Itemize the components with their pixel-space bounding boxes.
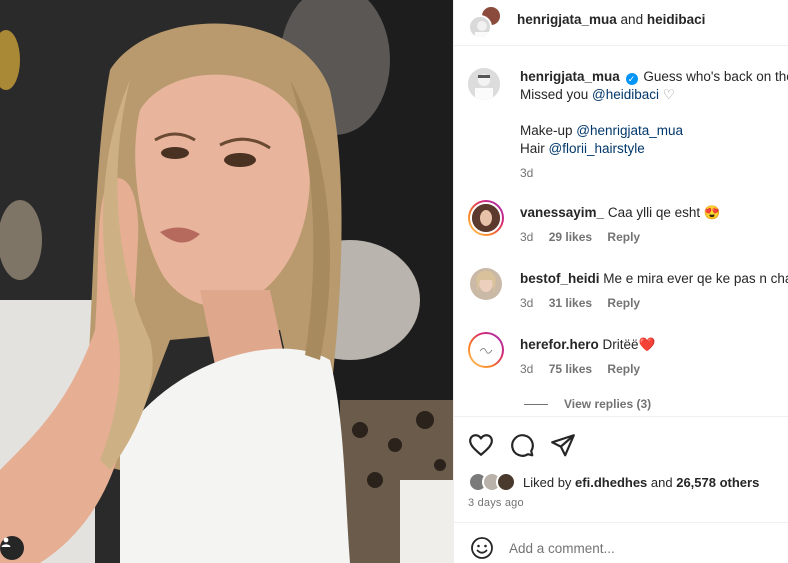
caption-text: henrigjata_mua ✓ Guess who's back on the… [520, 68, 788, 182]
post-details-panel: henrigjata_mua and heidibaci henrigjata_… [453, 0, 788, 563]
caption-line: Guess who's back on the [643, 69, 788, 84]
liked-by-text: Liked by efi.dhedhes and 26,578 others [523, 475, 759, 490]
avatar[interactable] [468, 15, 492, 39]
post-title: henrigjata_mua and heidibaci [517, 12, 705, 27]
caption-time: 3d [520, 166, 534, 180]
username-link[interactable]: henrigjata_mua [517, 12, 617, 27]
comment: herefor.hero Dritëë❤️ 3d 75 likes Reply [468, 332, 788, 388]
likes-count-link[interactable]: 26,578 others [676, 475, 759, 490]
comment: bestof_heidi Me e mira ever qe ke pas n … [468, 266, 788, 322]
mention-link[interactable]: @florii_hairstyle [549, 141, 645, 156]
heart-outline-icon: ♡ [662, 87, 675, 102]
avatar[interactable] [468, 200, 504, 236]
comment-time: 3d [520, 296, 534, 310]
view-replies-button[interactable]: View replies (3) [524, 397, 651, 411]
avatar[interactable] [468, 68, 500, 100]
comment-time: 3d [520, 362, 534, 376]
reply-button[interactable]: Reply [607, 362, 640, 376]
username-link[interactable]: vanessayim_ [520, 205, 604, 220]
liked-by-prefix: Liked by [523, 475, 576, 490]
comment-input[interactable]: Add a comment... [509, 541, 615, 556]
post-photo-image [0, 0, 453, 563]
comment-icon[interactable] [509, 432, 535, 458]
reply-button[interactable]: Reply [607, 230, 640, 244]
username-link[interactable]: herefor.hero [520, 337, 599, 352]
share-icon[interactable] [550, 432, 576, 458]
avatar[interactable] [470, 268, 502, 300]
verified-badge-icon: ✓ [625, 73, 638, 85]
comment-likes[interactable]: 31 likes [549, 296, 592, 310]
post-header: henrigjata_mua and heidibaci [454, 0, 788, 46]
view-replies-label: View replies (3) [564, 397, 652, 411]
comment-body: Caa ylli qe esht 😍 [607, 205, 721, 220]
username-link[interactable]: bestof_heidi [520, 271, 600, 286]
post-actions: Liked by efi.dhedhes and 26,578 others 3… [454, 416, 788, 522]
reply-button[interactable]: Reply [607, 296, 640, 310]
joiner-text: and [620, 12, 644, 27]
avatar[interactable] [468, 332, 504, 368]
mention-link[interactable]: @henrigjata_mua [576, 123, 683, 138]
username-link[interactable]: henrigjata_mua [520, 69, 620, 84]
post-timestamp[interactable]: 3 days ago [468, 497, 524, 509]
comment-body: Me e mira ever qe ke pas n cha [603, 271, 788, 286]
comment-meta: 3d 31 likes Reply [520, 296, 652, 310]
comment-text: vanessayim_ Caa ylli qe esht 😍 [520, 205, 721, 221]
mention-link[interactable]: @heidibaci [592, 87, 659, 102]
username-link[interactable]: heidibaci [647, 12, 706, 27]
user-tag-icon[interactable] [0, 536, 24, 560]
emoji-icon[interactable] [470, 536, 494, 563]
comment-likes[interactable]: 29 likes [549, 230, 592, 244]
divider [524, 403, 548, 405]
heart-icon[interactable] [468, 432, 494, 458]
comment: vanessayim_ Caa ylli qe esht 😍 3d 29 lik… [468, 200, 788, 256]
comment-likes[interactable]: 75 likes [549, 362, 592, 376]
comment-meta: 3d 75 likes Reply [520, 362, 652, 376]
post-photo[interactable] [0, 0, 453, 563]
caption-line: Make-up [520, 123, 577, 138]
comment-text: herefor.hero Dritëë❤️ [520, 337, 655, 353]
liked-by-middle: and [647, 475, 677, 490]
avatar[interactable] [496, 472, 516, 492]
comment-body: Dritëë❤️ [602, 337, 656, 352]
caption-line: Missed you [520, 87, 593, 102]
collab-avatars[interactable] [468, 5, 504, 39]
comment-meta: 3d 29 likes Reply [520, 230, 652, 244]
caption-line: Hair [520, 141, 549, 156]
username-link[interactable]: efi.dhedhes [575, 475, 647, 490]
comment-text: bestof_heidi Me e mira ever qe ke pas n … [520, 271, 788, 286]
comment-time: 3d [520, 230, 534, 244]
add-comment-bar: Add a comment... [454, 522, 788, 563]
